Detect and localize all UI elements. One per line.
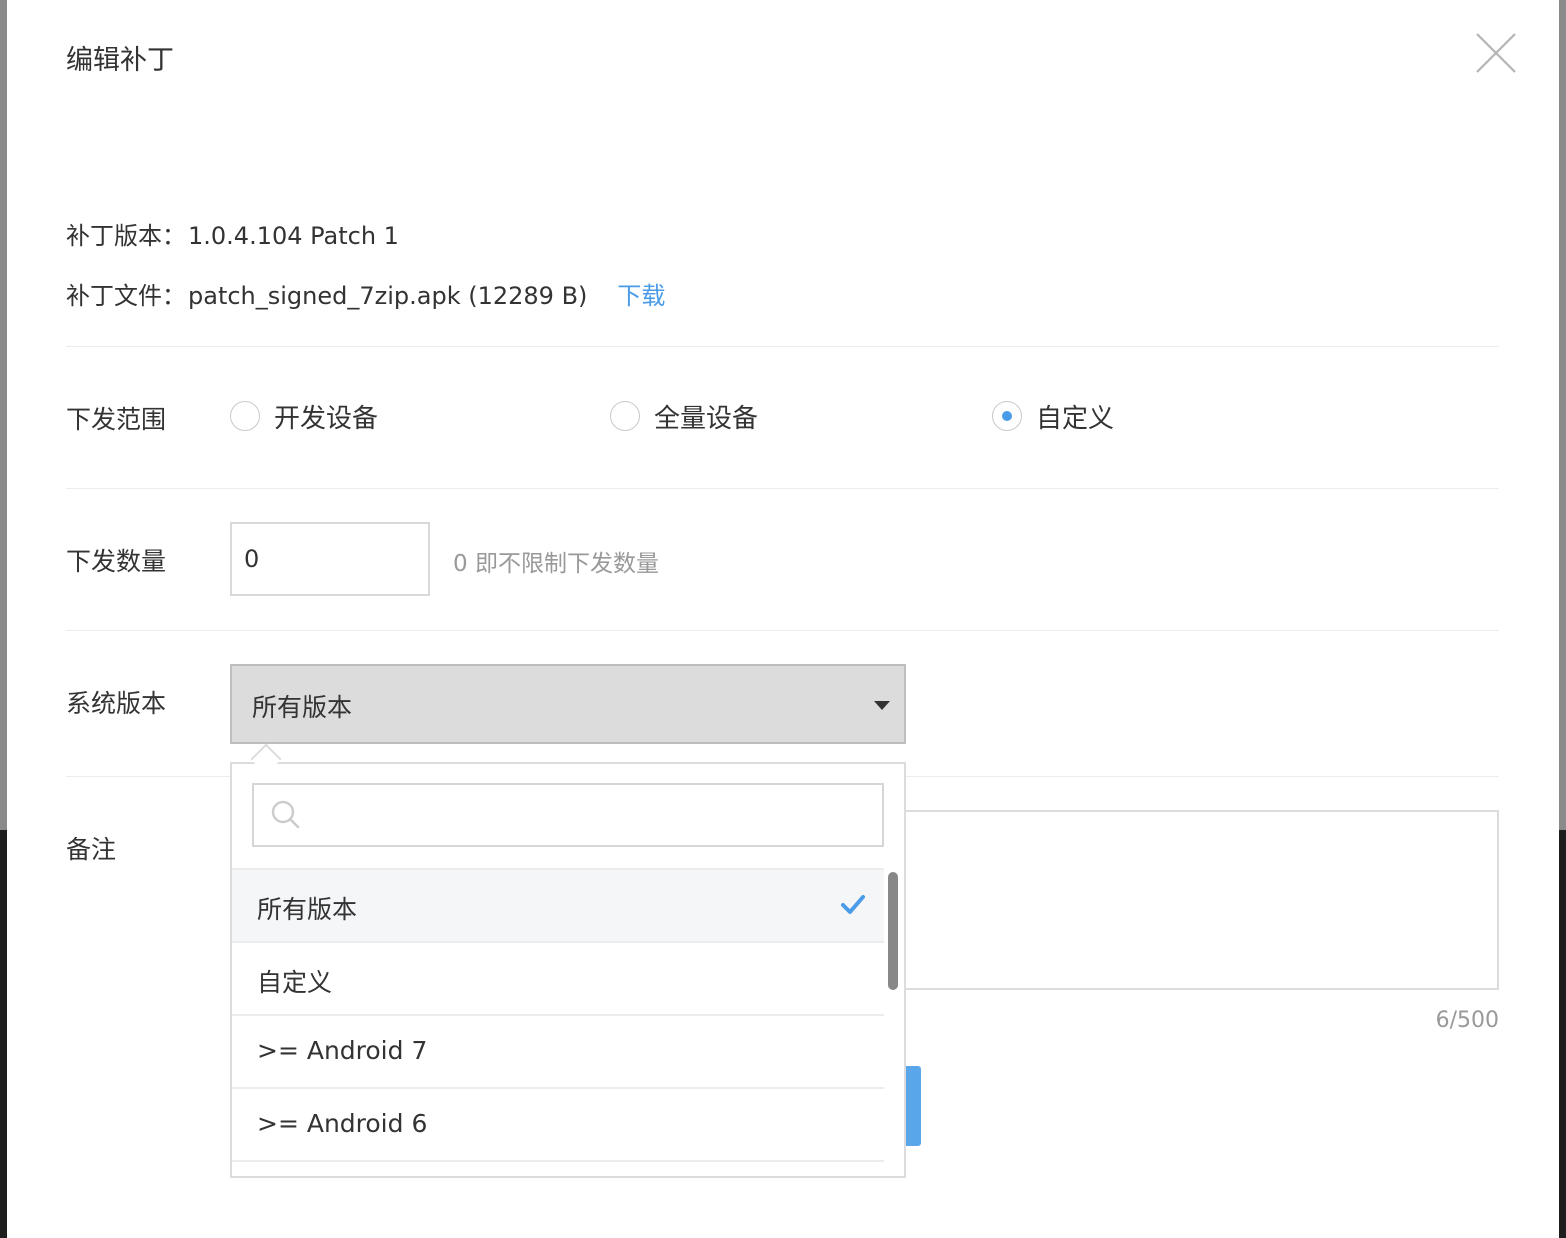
dropdown-options: 所有版本 自定义 >= Android 7 >= Android 6 — [232, 868, 884, 1162]
option-label: >= Android 7 — [257, 1036, 428, 1065]
quantity-input[interactable] — [230, 522, 430, 596]
select-value: 所有版本 — [252, 693, 353, 722]
dropdown-option-custom[interactable]: 自定义 — [232, 943, 884, 1016]
quantity-label: 下发数量 — [66, 547, 167, 576]
patch-version-label: 补丁版本： — [66, 222, 186, 250]
system-version-dropdown: 所有版本 自定义 >= Android 7 >= Android 6 — [230, 762, 906, 1178]
dropdown-search — [252, 783, 884, 847]
remark-textarea[interactable] — [887, 810, 1499, 990]
quantity-hint: 0 即不限制下发数量 — [453, 551, 659, 577]
option-label: 所有版本 — [257, 895, 358, 924]
dropdown-option-all-versions[interactable]: 所有版本 — [232, 868, 884, 943]
patch-file-row: 补丁文件：patch_signed_7zip.apk (12289 B) 下载 — [66, 276, 665, 311]
radio-circle — [230, 401, 260, 431]
edit-patch-dialog: 编辑补丁 补丁版本：1.0.4.104 Patch 1 补丁文件：patch_s… — [7, 0, 1559, 1238]
patch-file-label: 补丁文件： — [66, 282, 186, 310]
divider — [66, 630, 1499, 631]
dropdown-option-android-6[interactable]: >= Android 6 — [232, 1089, 884, 1162]
patch-version-value: 1.0.4.104 Patch 1 — [188, 222, 399, 250]
patch-version-row: 补丁版本：1.0.4.104 Patch 1 — [66, 216, 399, 251]
radio-circle-checked — [992, 401, 1022, 431]
radio-label: 全量设备 — [654, 403, 759, 434]
scope-label: 下发范围 — [66, 405, 167, 434]
search-icon — [271, 800, 300, 829]
radio-label: 自定义 — [1036, 403, 1115, 434]
system-version-select[interactable]: 所有版本 — [230, 664, 906, 744]
close-icon — [1476, 33, 1516, 73]
backdrop-right — [1559, 0, 1566, 1238]
divider — [66, 488, 1499, 489]
system-version-label: 系统版本 — [66, 689, 167, 718]
dropdown-option-android-7[interactable]: >= Android 7 — [232, 1016, 884, 1089]
backdrop-left — [0, 0, 7, 1238]
option-label: >= Android 6 — [257, 1109, 428, 1138]
caret-down-icon — [874, 701, 890, 710]
remark-label: 备注 — [66, 835, 117, 864]
scope-radio-custom[interactable]: 自定义 — [992, 398, 1114, 434]
dropdown-search-input[interactable] — [314, 789, 878, 843]
close-button[interactable] — [1473, 30, 1519, 76]
check-icon — [841, 895, 865, 914]
scope-radio-all-devices[interactable]: 全量设备 — [610, 398, 758, 434]
patch-file-value: patch_signed_7zip.apk (12289 B) — [188, 282, 588, 310]
divider — [66, 346, 1499, 347]
dialog-title: 编辑补丁 — [66, 45, 174, 76]
remark-char-count: 6/500 — [1435, 1008, 1499, 1033]
download-link[interactable]: 下载 — [617, 282, 665, 310]
radio-label: 开发设备 — [274, 403, 379, 434]
radio-circle — [610, 401, 640, 431]
scope-radio-dev-devices[interactable]: 开发设备 — [230, 398, 378, 434]
option-label: 自定义 — [257, 968, 333, 997]
dropdown-scrollbar[interactable] — [888, 872, 898, 990]
